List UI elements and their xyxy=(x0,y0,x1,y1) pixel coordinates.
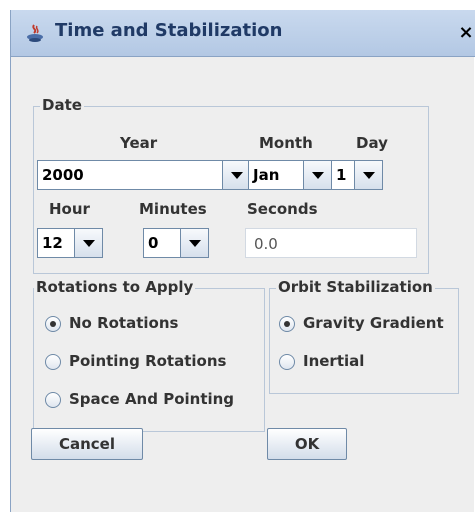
hour-value: 12 xyxy=(42,234,63,252)
hour-combo[interactable]: 12 xyxy=(37,228,103,258)
date-group-title: Date xyxy=(40,96,84,114)
minutes-dropdown-arrow[interactable] xyxy=(180,229,208,257)
year-combo[interactable]: 2000 xyxy=(37,160,251,190)
year-label: Year xyxy=(120,134,158,152)
radio-label: Pointing Rotations xyxy=(69,352,227,370)
radio-label: No Rotations xyxy=(69,314,179,332)
ok-button[interactable]: OK xyxy=(267,428,347,460)
minutes-label: Minutes xyxy=(139,200,207,218)
radio-label: Space And Pointing xyxy=(69,390,235,408)
radio-inertial[interactable]: Inertial xyxy=(279,352,399,374)
day-combo[interactable]: 1 xyxy=(331,160,383,190)
month-label: Month xyxy=(259,134,313,152)
radio-no-rotations[interactable]: No Rotations xyxy=(45,314,245,336)
day-label: Day xyxy=(356,134,388,152)
orbit-group-title: Orbit Stabilization xyxy=(276,278,435,296)
day-value: 1 xyxy=(336,166,347,184)
chevron-down-icon xyxy=(312,172,324,179)
radio-circle xyxy=(45,354,61,370)
radio-circle xyxy=(279,316,295,332)
radio-selected-dot xyxy=(284,321,290,327)
rotations-group-title: Rotations to Apply xyxy=(34,278,196,296)
radio-circle xyxy=(45,392,61,408)
chevron-down-icon xyxy=(83,240,95,247)
radio-pointing-rotations[interactable]: Pointing Rotations xyxy=(45,352,245,374)
radio-gravity-gradient[interactable]: Gravity Gradient xyxy=(279,314,449,336)
time-stabilization-dialog: Time and Stabilization × Date Year Month… xyxy=(10,10,475,512)
window-title: Time and Stabilization xyxy=(55,20,283,41)
title-bar[interactable]: Time and Stabilization × xyxy=(11,10,475,57)
radio-selected-dot xyxy=(50,321,56,327)
year-value: 2000 xyxy=(42,166,84,184)
seconds-label: Seconds xyxy=(247,200,318,218)
month-combo[interactable]: Jan xyxy=(248,160,332,190)
radio-label: Inertial xyxy=(303,352,365,370)
radio-circle xyxy=(45,316,61,332)
cancel-button[interactable]: Cancel xyxy=(31,428,143,460)
hour-dropdown-arrow[interactable] xyxy=(74,229,102,257)
day-dropdown-arrow[interactable] xyxy=(354,161,382,189)
minutes-value: 0 xyxy=(148,234,159,252)
java-icon xyxy=(27,24,43,42)
seconds-value: 0.0 xyxy=(254,235,278,253)
month-value: Jan xyxy=(253,166,280,184)
radio-circle xyxy=(279,354,295,370)
chevron-down-icon xyxy=(189,240,201,247)
month-dropdown-arrow[interactable] xyxy=(303,161,331,189)
seconds-field[interactable]: 0.0 xyxy=(245,228,417,258)
minutes-combo[interactable]: 0 xyxy=(143,228,209,258)
hour-label: Hour xyxy=(49,200,90,218)
year-dropdown-arrow[interactable] xyxy=(222,161,250,189)
close-icon[interactable]: × xyxy=(457,22,475,44)
chevron-down-icon xyxy=(363,172,375,179)
orbit-group: Orbit Stabilization xyxy=(269,278,459,394)
chevron-down-icon xyxy=(231,172,243,179)
radio-space-and-pointing[interactable]: Space And Pointing xyxy=(45,390,255,412)
radio-label: Gravity Gradient xyxy=(303,314,444,332)
